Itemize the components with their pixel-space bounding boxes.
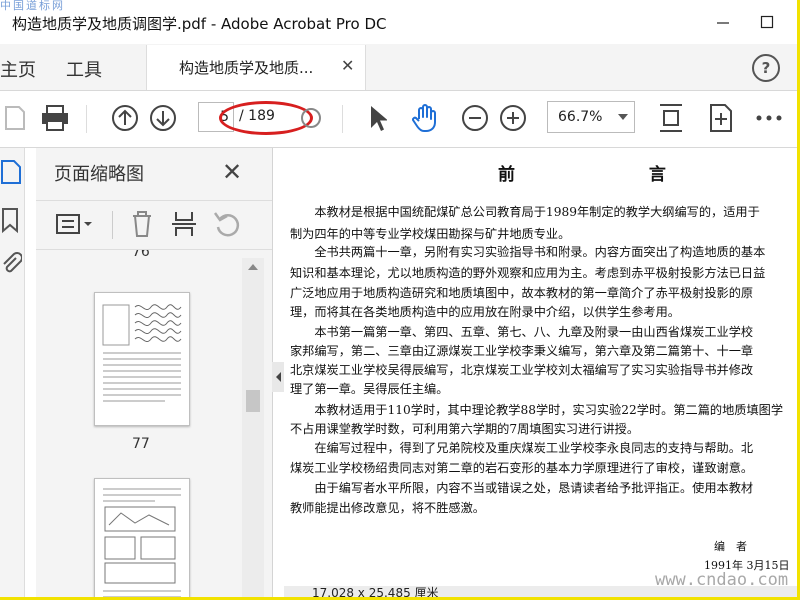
document-tab[interactable]: 构造地质学及地质... ✕ (146, 45, 366, 90)
menu-home[interactable]: 主页 (0, 56, 36, 82)
scroll-up-icon[interactable] (248, 264, 258, 270)
options-icon[interactable] (56, 213, 96, 237)
menu-bar: 主页 工具 (0, 44, 800, 91)
page-thumbnail-77[interactable] (94, 292, 190, 426)
signature-author: 编 者 (714, 540, 747, 553)
text-line: 北京煤炭工业学校吴得辰编写，北京煤炭工业学校刘太福编写了实习实验指导书并修改 (290, 363, 754, 377)
text-line: 知识和基本理论，尤以地质构造的野外观察和应用为主。考虑到赤平极射投影方法已日益 (290, 266, 766, 280)
thumbnail-scrollbar[interactable] (242, 258, 264, 600)
undo-icon[interactable] (212, 209, 242, 239)
chevron-down-icon (618, 114, 628, 120)
text-line: 本书第一篇第一章、第四、五章、第七、八、九章及附录一由山西省煤炭工业学校 (290, 325, 754, 339)
insert-page-icon[interactable] (170, 209, 198, 239)
thumbnail-content (103, 488, 181, 598)
thumbnail-icon[interactable] (0, 158, 22, 186)
text-line: 由于编写者水平所限，内容不当或错误之处，恳请读者给予批评指正。使用本教材 (290, 481, 754, 495)
text-line: 煤炭工业学校杨绍贵同志对第二章的岩石变形的基本力学原理进行了审校，谨致谢意。 (290, 461, 754, 475)
close-tab-icon[interactable]: ✕ (341, 56, 354, 75)
zoom-in-icon (500, 105, 526, 131)
page-dimensions: 17.028 x 25.485 厘米 (312, 586, 439, 600)
minimize-button[interactable] (708, 8, 738, 36)
fit-page-icon (660, 104, 682, 132)
full-screen-button[interactable] (706, 103, 736, 133)
pdf-page: 前 言 本教材是根据中国统配煤矿总公司教育局于1989年制定的教学大纲编写的，适… (284, 148, 800, 586)
more-icon (756, 115, 782, 121)
thumbnail-content (102, 304, 182, 402)
more-button[interactable] (754, 103, 784, 133)
maximize-button[interactable] (752, 8, 782, 36)
text-line: 家邦编写，第二、三章由辽源煤炭工业学校李秉义编写，第六章及第二篇第十、十一章 (290, 344, 754, 358)
navigation-rail (0, 148, 25, 600)
text-line: 全书共两篇十一章，另附有实习实验指导书和附录。内容方面突出了构造地质的基本 (290, 245, 766, 259)
next-page-icon (150, 105, 176, 131)
text-line: 理，而将其在各类地质构造中的应用放在附录中介绍，以供学生参考用。 (290, 305, 680, 319)
full-screen-icon (710, 104, 732, 132)
chevron-left-icon (276, 372, 281, 382)
zoom-select[interactable]: 66.7% (547, 101, 635, 133)
maximize-icon (760, 15, 774, 29)
menu-tools[interactable]: 工具 (66, 56, 102, 82)
zoom-out-button[interactable] (460, 103, 490, 133)
title-bar: 中国道标网 构造地质学及地质调图学.pdf - Adobe Acrobat Pr… (0, 0, 800, 44)
thumbnails-panel: 页面缩略图 ✕ 76 77 (36, 148, 273, 600)
close-panel-icon[interactable]: ✕ (222, 158, 242, 186)
zoom-in-button[interactable] (498, 103, 528, 133)
text-line: 本教材是根据中国统配煤矿总公司教育局于1989年制定的教学大纲编写的，适用于 (290, 205, 760, 219)
collapse-panel-button[interactable] (272, 362, 284, 392)
scrollbar-thumb[interactable] (246, 390, 260, 412)
separator (86, 105, 87, 133)
document-tab-label: 构造地质学及地质... (179, 59, 314, 77)
page-number-label: 77 (132, 436, 150, 452)
page-number-label: 76 (132, 250, 150, 260)
panel-title: 页面缩略图 (54, 164, 144, 185)
next-page-button[interactable] (148, 103, 178, 133)
text-line: 理了第一章。吴得辰任主编。 (290, 382, 449, 396)
bookmark-icon[interactable] (0, 206, 22, 234)
attachment-icon[interactable] (0, 250, 22, 278)
rotate-button[interactable] (296, 103, 326, 133)
hand-tool-icon (412, 104, 436, 132)
zoom-value: 66.7% (558, 109, 603, 125)
text-line: 本教材适用于110学时，其中理论教学88学时，实习实验22学时。第二篇的地质填图… (290, 403, 784, 417)
watermark-top: 中国道标网 (0, 0, 65, 12)
print-icon (42, 105, 68, 131)
rotate-scroll-icon (301, 108, 321, 128)
watermark-bottom: www.cndao.com (655, 570, 789, 590)
minimize-icon (717, 22, 729, 24)
thumbnail-list: 76 77 (36, 250, 246, 600)
separator (342, 105, 343, 133)
toolbar: 5 / 189 66.7% (0, 91, 800, 148)
page-heading: 前 言 (498, 165, 730, 185)
text-line: 在编写过程中，得到了兄弟院校及重庆煤炭工业学校李永良同志的支持与帮助。北 (290, 441, 754, 455)
text-line: 广泛地应用于地质构造研究和地质填图中，故本教材的第一章简介了赤平极射投影的原 (290, 286, 754, 300)
panel-toolbar (36, 200, 272, 250)
help-icon[interactable]: ? (752, 54, 780, 82)
zoom-out-icon (462, 105, 488, 131)
select-tool-button[interactable] (362, 103, 392, 133)
delete-icon[interactable] (130, 209, 154, 239)
text-line: 制为四年的中等专业学校煤田勘探与矿井地质专业。 (290, 227, 571, 241)
hand-tool-button[interactable] (410, 103, 440, 133)
print-button[interactable] (40, 103, 70, 133)
window-title: 构造地质学及地质调图学.pdf - Adobe Acrobat Pro DC (12, 15, 387, 33)
save-button[interactable] (0, 103, 30, 133)
save-icon (5, 106, 25, 130)
prev-page-icon (112, 105, 138, 131)
text-line: 教师能提出修改意见，将不胜感激。 (290, 501, 485, 515)
document-view[interactable]: 前 言 本教材是根据中国统配煤矿总公司教育局于1989年制定的教学大纲编写的，适… (284, 148, 800, 600)
page-thumbnail-78[interactable] (94, 478, 190, 600)
text-line: 不占用课堂教学时数，可利用第六学期的7周填图实习进行讲授。 (290, 422, 640, 436)
select-arrow-icon (371, 106, 387, 131)
previous-page-button[interactable] (110, 103, 140, 133)
fit-page-button[interactable] (656, 103, 686, 133)
